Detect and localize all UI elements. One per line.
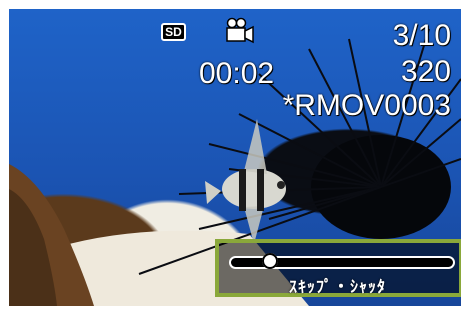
playback-control-panel: ｽｷｯﾌﾟ・ｼｬｯﾀ: [215, 239, 461, 297]
playback-slider-knob[interactable]: [262, 253, 278, 269]
camera-playback-screen: SD 00:02 3/10 320 *RMOV0003 ｽｷｯﾌﾟ・ｼｬｯﾀ: [9, 9, 461, 306]
resolution-label: 320: [400, 55, 451, 88]
sd-card-icon: SD: [161, 23, 186, 41]
movie-camera-icon: [226, 17, 254, 44]
playback-slider[interactable]: [229, 253, 455, 269]
skip-shutter-hint: ｽｷｯﾌﾟ・ｼｬｯﾀ: [289, 279, 387, 296]
file-name: *RMOV0003: [282, 89, 451, 122]
frame-counter: 3/10: [392, 19, 451, 52]
elapsed-time: 00:02: [199, 57, 275, 90]
